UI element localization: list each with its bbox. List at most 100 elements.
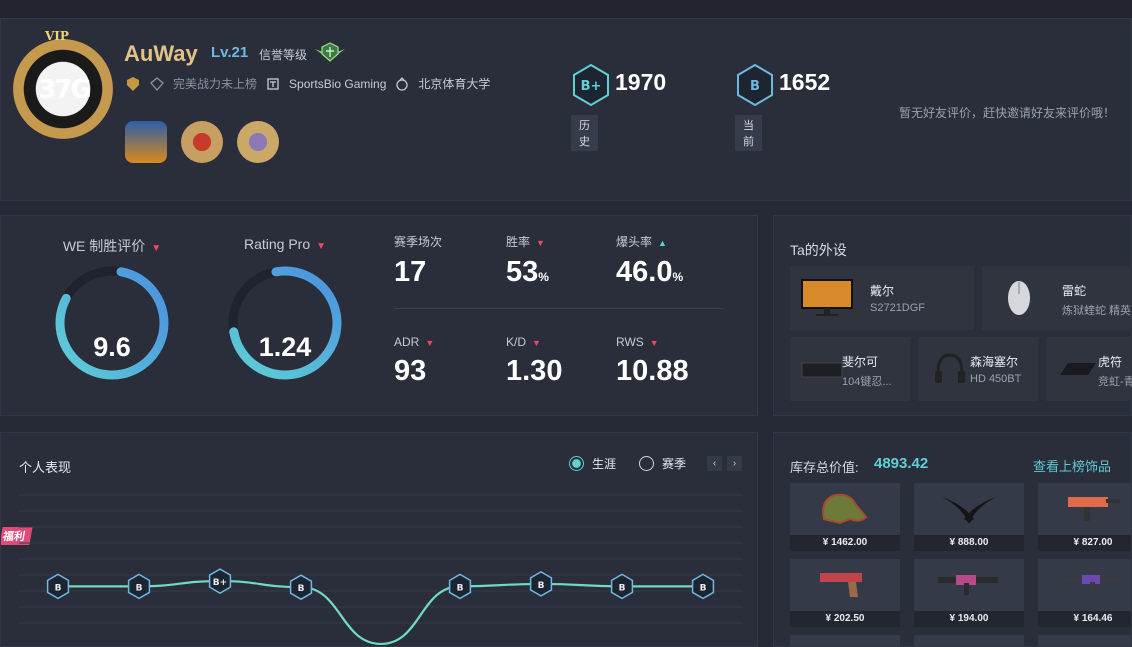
stat-adr-title[interactable]: ADR ▼ (394, 335, 434, 349)
trend-nodes: B B B+ B B B B B (46, 568, 715, 601)
stat-winrate-title[interactable]: 胜率 ▼ (506, 233, 549, 250)
performance-panel: 个人表现 生涯 赛季 ‹ › 福利 B B B+ B B B B B (0, 432, 758, 647)
stat-kd-value: 1.30 (506, 355, 563, 387)
stat-rws-label: RWS (616, 335, 644, 349)
credit-shield-icon[interactable] (313, 41, 347, 63)
item-price: ¥ 1462.00 (790, 535, 900, 551)
stat-rws-title[interactable]: RWS ▼ (616, 335, 689, 349)
inventory-item[interactable]: ¥ 194.00 (914, 559, 1024, 627)
gear-card-keyboard[interactable]: 斐尔可 104键忍... (790, 337, 910, 401)
inventory-item[interactable]: ¥ 1462.00 (790, 483, 900, 551)
sort-down-icon: ▼ (536, 238, 545, 248)
stat-winrate-value: 53 (506, 256, 539, 288)
stat-kd-title[interactable]: K/D ▼ (506, 335, 562, 349)
trend-node-label: B (55, 583, 62, 593)
rank-b-icon: B (737, 63, 773, 107)
inventory-item[interactable]: ¥ 888.00 (914, 483, 1024, 551)
coin-badge-icon[interactable] (237, 121, 279, 163)
inventory-item[interactable]: ¥ 164.46 (1038, 559, 1131, 627)
stat-headshot-label: 爆头率 (616, 235, 653, 249)
gear-card-mousepad[interactable]: 虎符 竞虹-青 (1046, 337, 1132, 401)
top-strip (0, 0, 1132, 18)
trend-node-label: B (619, 583, 626, 593)
stat-headshot-title[interactable]: 爆头率 ▲ (616, 233, 683, 250)
gear-model: S2721DGF (870, 302, 926, 314)
stat-headshot-unit: % (672, 270, 684, 284)
rank-current-badge: B (750, 79, 760, 94)
trend-node-label: B+ (213, 578, 227, 588)
item-price: ¥ 202.50 (790, 611, 900, 627)
stat-winrate-unit: % (538, 270, 549, 284)
pro-rating-title[interactable]: Rating Pro ▼ (210, 236, 360, 252)
username: AuWay (124, 41, 198, 66)
gear-name: 戴尔 (870, 284, 895, 298)
inventory-item[interactable]: ¥ 827.00 (1038, 483, 1131, 551)
power-rank: 完美战力未上榜 (173, 77, 258, 91)
rifle-icon (938, 575, 998, 595)
level: Lv.21 (211, 44, 249, 61)
trend-node[interactable]: B (289, 574, 313, 601)
pistol-icon (820, 573, 862, 597)
mousepad-icon (1060, 363, 1096, 375)
trend-chart: B B B+ B B B B B (19, 494, 743, 646)
we-rating-value: 9.6 (93, 332, 131, 362)
school-name[interactable]: 北京体育大学 (418, 75, 490, 92)
avatar-logo: 37G (38, 75, 92, 105)
stat-matches: 赛季场次 17 (394, 233, 442, 289)
pro-rating-label: Rating Pro (243, 236, 311, 252)
trend-node[interactable]: B (448, 573, 472, 600)
inventory-item[interactable] (790, 635, 900, 646)
item-price: ¥ 164.46 (1038, 611, 1131, 627)
trend-node[interactable]: B+ (208, 568, 232, 594)
trend-node[interactable]: B (529, 571, 553, 597)
trend-node-label: B (136, 583, 143, 593)
monitor-icon (801, 279, 853, 316)
headset-icon (935, 353, 965, 383)
medal-badge-icon[interactable] (181, 121, 223, 163)
trend-node-label: B (457, 583, 464, 593)
inventory-title: 库存总价值: (790, 460, 859, 475)
avatar[interactable]: VIP 37G (11, 29, 115, 149)
we-rating-title[interactable]: WE 制胜评价 ▼ (37, 236, 187, 256)
tournament-badge-icon[interactable] (125, 121, 167, 163)
inventory-panel: 库存总价值: 4893.42 查看上榜饰品 ¥ 1462.00 ¥ 888.00… (773, 432, 1132, 647)
trend-node-label: B (700, 583, 707, 593)
stat-rws: RWS ▼ 10.88 (616, 335, 689, 388)
gear-model: 竞虹-青 (1098, 376, 1132, 388)
view-ranked-items-link[interactable]: 查看上榜饰品 (1033, 456, 1111, 475)
gear-title: Ta的外设 (790, 242, 847, 258)
inventory-item[interactable] (1038, 635, 1131, 646)
vip-label: VIP (45, 29, 69, 43)
stat-kd: K/D ▼ 1.30 (506, 335, 562, 388)
gear-name: 雷蛇 (1062, 284, 1087, 298)
trend-grid (19, 494, 743, 624)
gear-name: 森海塞尔 (970, 355, 1019, 369)
team-name[interactable]: SportsBio Gaming (289, 77, 386, 91)
profile-header: VIP 37G AuWay Lv.21 信誉等级 完美战力未上榜 SportsB… (0, 18, 1132, 201)
gloves-icon (822, 493, 868, 525)
stat-matches-value: 17 (394, 256, 427, 288)
inventory-item[interactable]: ¥ 202.50 (790, 559, 900, 627)
gear-card-headset[interactable]: 森海塞尔 HD 450BT (918, 337, 1038, 401)
trend-node-label: B (298, 584, 305, 594)
trend-node[interactable]: B (46, 573, 70, 600)
item-price: ¥ 827.00 (1038, 535, 1131, 551)
gear-card-mouse[interactable]: 雷蛇 炼狱蝰蛇 精英 (982, 266, 1132, 330)
stats-divider (394, 308, 724, 309)
stat-headshot-value: 46.0 (616, 256, 673, 288)
friend-review-tip: 暂无好友评价，赶快邀请好友来评价哦！ (898, 106, 1115, 120)
trend-node[interactable]: B (691, 573, 715, 600)
gear-model: HD 450BT (970, 373, 1022, 385)
rank-b-plus-icon: B+ (573, 63, 609, 107)
item-price: ¥ 194.00 (914, 611, 1024, 627)
trend-node[interactable]: B (127, 573, 151, 600)
credit-label: 信誉等级 (259, 48, 308, 62)
inventory-item[interactable] (914, 635, 1024, 646)
smg-icon (1068, 497, 1120, 521)
rank-shield-icon (127, 76, 139, 91)
stat-rws-value: 10.88 (616, 355, 689, 387)
sort-down-icon: ▼ (316, 241, 327, 252)
trend-node[interactable]: B (610, 573, 634, 600)
gear-card-monitor[interactable]: 戴尔 S2721DGF (790, 266, 974, 330)
stat-kd-label: K/D (506, 335, 527, 349)
